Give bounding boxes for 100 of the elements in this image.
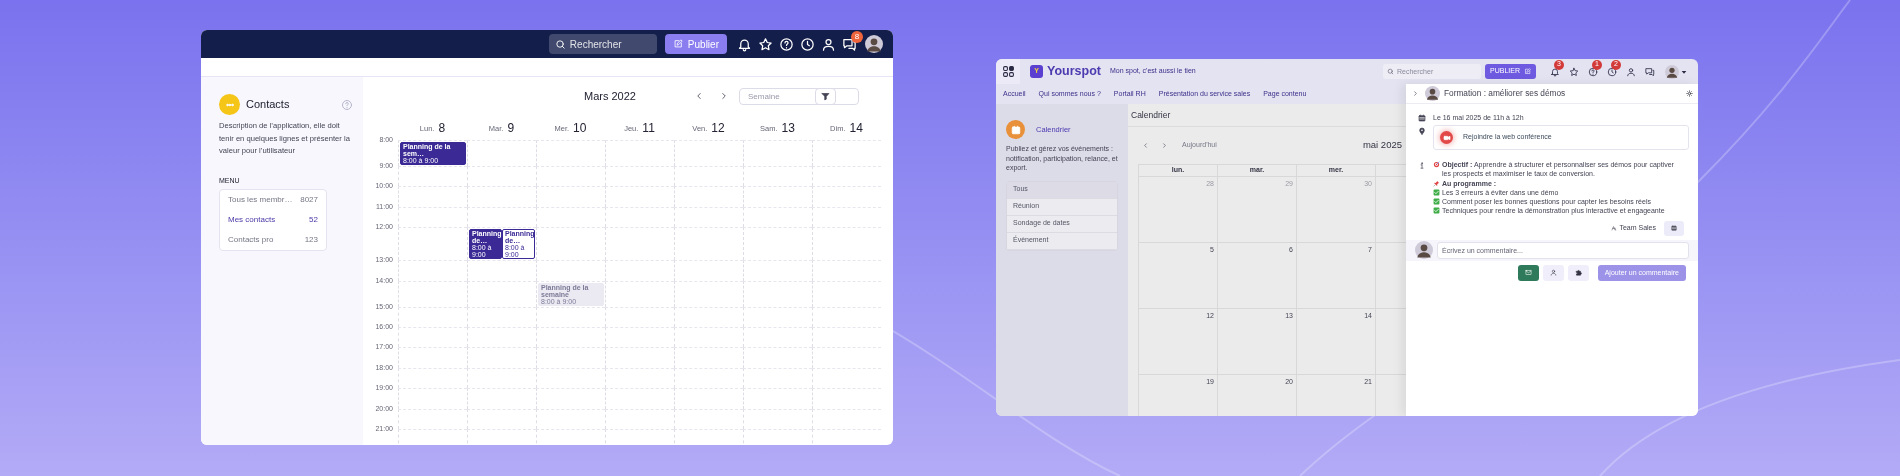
star-icon[interactable] <box>758 36 773 52</box>
mail-button[interactable] <box>1517 264 1539 281</box>
plugin-button[interactable] <box>1567 264 1589 281</box>
calendar-cell <box>467 428 536 445</box>
user-avatar <box>865 35 883 53</box>
calendar-cell <box>674 408 743 429</box>
target-icon <box>1433 161 1440 168</box>
bell-icon[interactable] <box>737 36 752 52</box>
calendar-cell <box>743 367 812 389</box>
menu-item[interactable]: Tous les membr… 8027 <box>220 190 326 210</box>
previous-icon[interactable] <box>694 91 704 101</box>
calendar-cell <box>398 347 467 368</box>
calendar-cell <box>812 186 881 207</box>
calendar-cell <box>812 306 881 327</box>
calendar-cell <box>743 428 812 445</box>
calendar-cell <box>605 388 674 409</box>
calendar-cell <box>536 206 605 228</box>
calendar-cell <box>812 260 881 281</box>
calendar-cell <box>398 260 467 281</box>
search-field[interactable]: Rechercher <box>548 34 657 54</box>
calendar-cell <box>605 326 674 348</box>
calendar-cell <box>812 206 881 228</box>
calendar-cell <box>812 166 881 187</box>
panel-title: Formation : améliorer ses démos <box>1444 87 1567 100</box>
calendar-cell <box>743 260 812 281</box>
calendar-cell <box>536 166 605 187</box>
calendar-cell <box>467 166 536 187</box>
calendar-cell <box>674 306 743 327</box>
day-number: 10 <box>573 121 587 135</box>
calendar-cell <box>743 388 812 409</box>
search-icon <box>554 38 566 50</box>
calendar-cell <box>536 326 605 348</box>
menu-item[interactable]: Mes contacts 52 <box>220 210 326 230</box>
calendar-cell <box>674 367 743 389</box>
chat-icon[interactable] <box>1645 66 1655 77</box>
calendar-icon <box>1671 225 1677 232</box>
calendar-cell <box>398 280 467 307</box>
month-title: mai 2025 <box>1362 138 1402 153</box>
user-icon[interactable] <box>821 36 836 52</box>
calendar-cell <box>674 186 743 207</box>
apps-button[interactable] <box>996 59 1020 84</box>
calendar-cell <box>605 227 674 261</box>
calendar-cell <box>674 280 743 307</box>
check-mark-icon <box>1433 188 1440 196</box>
day-number: 8 <box>438 121 446 135</box>
calendar-cell <box>743 306 812 327</box>
calendar-button[interactable] <box>1664 220 1684 236</box>
puzzle-icon <box>1574 269 1582 277</box>
calendar-cell <box>674 326 743 348</box>
calendar-cell <box>536 140 605 166</box>
settings-icon[interactable] <box>1686 90 1693 97</box>
calendar-cell <box>743 227 812 261</box>
calendar-cell <box>674 428 743 445</box>
pushpin-icon <box>1433 179 1440 187</box>
calendar-cell <box>605 306 674 327</box>
calendar-cell <box>674 347 743 368</box>
calendar-cell <box>467 347 536 368</box>
star-icon[interactable] <box>1569 66 1579 77</box>
day-number: 14 <box>849 121 863 135</box>
commenter-avatar <box>1415 241 1433 260</box>
calendar-cell <box>674 206 743 228</box>
calendar-cell <box>812 227 881 261</box>
team-icon <box>1611 225 1618 232</box>
calendar-cell <box>467 367 536 389</box>
calendar-cell <box>605 428 674 445</box>
calendar-cell <box>605 367 674 389</box>
calendar-cell <box>467 388 536 409</box>
day-number: 12 <box>711 121 725 135</box>
calendar-cell <box>536 186 605 207</box>
calendar-cell <box>743 280 812 307</box>
calendar-cell <box>536 388 605 409</box>
calendar-cell <box>812 326 881 348</box>
calendar-cell <box>674 140 743 166</box>
calendar-cell <box>605 186 674 207</box>
calendar-cell <box>605 347 674 368</box>
day-number: 11 <box>642 121 655 135</box>
calendar-cell <box>812 388 881 409</box>
calendar-icon <box>1418 114 1426 122</box>
calendar-cell <box>536 408 605 429</box>
collapse-icon[interactable] <box>1412 90 1419 97</box>
calendar-cell <box>674 166 743 187</box>
day-number: 13 <box>781 121 795 135</box>
user-avatar <box>1665 64 1679 79</box>
app-title: Contacts <box>246 97 291 113</box>
chat-icon[interactable] <box>842 36 857 52</box>
search-icon <box>1387 68 1395 75</box>
calendar-cell <box>812 367 881 389</box>
view-field[interactable]: Semaine <box>739 87 859 105</box>
menu-item[interactable]: Contacts pro 123 <box>220 230 326 250</box>
calendar-cell <box>605 408 674 429</box>
calendar-cell <box>743 206 812 228</box>
calendar-cell <box>812 140 881 166</box>
bell-icon[interactable] <box>1550 66 1560 77</box>
calendar-cell <box>467 306 536 327</box>
calendar-cell <box>743 347 812 368</box>
day-number: 9 <box>507 121 515 135</box>
calendar-cell <box>812 280 881 307</box>
calendar-cell <box>398 388 467 409</box>
next-icon[interactable] <box>719 91 729 101</box>
filter-button[interactable] <box>815 87 836 105</box>
